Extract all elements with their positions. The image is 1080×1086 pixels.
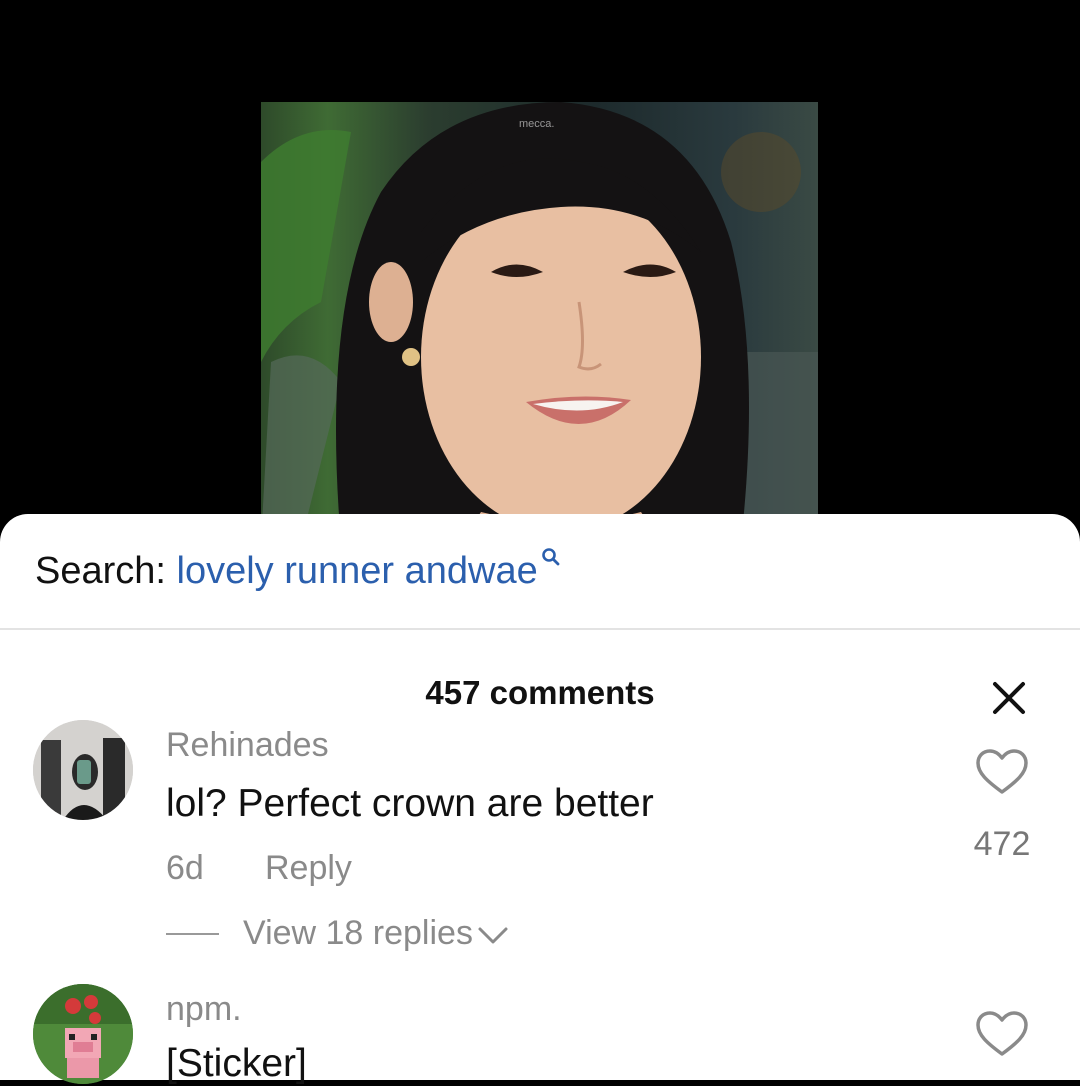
video-still — [261, 102, 818, 542]
view-replies-button[interactable]: View 18 replies — [243, 914, 509, 953]
heart-outline-icon[interactable] — [975, 748, 1029, 796]
video-player[interactable]: mecca. — [0, 0, 1080, 560]
comment-text: lol? Perfect crown are better — [166, 782, 654, 825]
avatar-image — [33, 984, 133, 1084]
replies-divider — [166, 933, 219, 935]
comment-text: [Sticker] — [166, 1042, 307, 1085]
comments-sheet: Search: lovely runner andwae 457 comment… — [0, 514, 1080, 1085]
comment-username[interactable]: npm. — [166, 990, 242, 1029]
video-watermark: mecca. — [519, 118, 555, 130]
avatar-image — [33, 720, 133, 820]
comment-age: 6d — [166, 849, 204, 887]
search-prefix: Search: — [35, 550, 166, 592]
avatar[interactable] — [33, 984, 133, 1084]
chevron-down-icon — [478, 927, 508, 944]
search-suggestion[interactable]: Search: lovely runner andwae — [35, 548, 562, 593]
search-icon — [541, 548, 560, 566]
divider — [0, 628, 1080, 630]
avatar[interactable] — [33, 720, 133, 820]
comments-count-title: 457 comments — [425, 674, 655, 711]
close-icon[interactable] — [985, 674, 1033, 722]
reply-button[interactable]: Reply — [265, 849, 352, 888]
search-term-link[interactable]: lovely runner andwae — [177, 550, 538, 592]
comment-username[interactable]: Rehinades — [166, 726, 329, 765]
video-frame: mecca. — [261, 102, 818, 542]
view-replies-label: View 18 replies — [243, 914, 473, 952]
heart-outline-icon[interactable] — [975, 1010, 1029, 1058]
like-count: 472 — [973, 825, 1031, 863]
